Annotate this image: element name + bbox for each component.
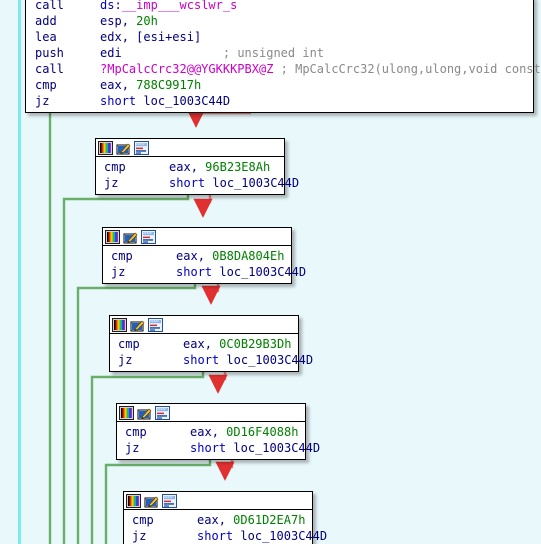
instruction-line: cmp eax, 0D61D2EA7h: [132, 513, 306, 527]
basic-block-crc5[interactable]: cmp eax, 0D61D2EA7h jz short loc_1003C44D: [123, 491, 328, 544]
edit-comment-icon[interactable]: [123, 230, 138, 244]
block-titlebar[interactable]: [117, 404, 305, 422]
graph-layout-icon[interactable]: [134, 140, 149, 155]
block-body: cmp eax, 0B8DA804Eh jz short loc_1003C44D: [103, 246, 307, 283]
edit-comment-icon[interactable]: [130, 318, 145, 332]
instruction-line: jz short loc_1003C44D: [104, 176, 300, 190]
instruction-line: cmp eax, 0C0B29B3Dh: [118, 337, 292, 351]
block-body: call ds:__imp___wcslwr_s add esp, 20h le…: [26, 0, 541, 112]
instruction-line: cmp eax, 96B23E8Ah: [104, 160, 271, 174]
instruction-line: jz short loc_1003C44D: [111, 265, 307, 279]
instruction-line: jz short loc_1003C44D: [118, 353, 314, 367]
instruction-line: cmp eax, 0B8DA804Eh: [111, 249, 285, 263]
instruction-line: cmp eax, 0D16F4088h: [125, 425, 299, 439]
instruction-line: push edi ; unsigned int: [35, 46, 325, 60]
block-titlebar[interactable]: [124, 492, 312, 510]
graph-canvas[interactable]: call ds:__imp___wcslwr_s add esp, 20h le…: [0, 0, 541, 544]
edit-comment-icon[interactable]: [116, 141, 131, 155]
palette-icon[interactable]: [126, 493, 141, 508]
block-titlebar[interactable]: [110, 316, 298, 334]
block-body: cmp eax, 0D16F4088h jz short loc_1003C44D: [117, 422, 321, 459]
edit-comment-icon[interactable]: [144, 494, 159, 508]
palette-icon[interactable]: [119, 405, 134, 420]
graph-layout-icon[interactable]: [162, 493, 177, 508]
instruction-line: add esp, 20h: [35, 14, 158, 28]
graph-layout-icon[interactable]: [141, 229, 156, 244]
block-titlebar[interactable]: [103, 228, 291, 246]
basic-block-entry[interactable]: call ds:__imp___wcslwr_s add esp, 20h le…: [25, 0, 541, 113]
instruction-line: jz short loc_1003C44D: [132, 529, 328, 543]
instruction-line: jz short loc_1003C44D: [125, 441, 321, 455]
block-titlebar[interactable]: [96, 139, 284, 157]
edit-comment-icon[interactable]: [137, 406, 152, 420]
block-body: cmp eax, 96B23E8Ah jz short loc_1003C44D: [96, 157, 300, 194]
block-body: cmp eax, 0C0B29B3Dh jz short loc_1003C44D: [110, 334, 314, 371]
basic-block-crc4[interactable]: cmp eax, 0D16F4088h jz short loc_1003C44D: [116, 403, 321, 460]
graph-layout-icon[interactable]: [155, 405, 170, 420]
graph-layout-icon[interactable]: [148, 317, 163, 332]
block-body: cmp eax, 0D61D2EA7h jz short loc_1003C44D: [124, 510, 328, 544]
instruction-line: cmp eax, 788C9917h: [35, 78, 202, 92]
instruction-line: call ds:__imp___wcslwr_s: [35, 0, 238, 12]
palette-icon[interactable]: [98, 140, 113, 155]
basic-block-crc1[interactable]: cmp eax, 96B23E8Ah jz short loc_1003C44D: [95, 138, 300, 195]
instruction-line: jz short loc_1003C44D: [35, 94, 231, 108]
instruction-line: call ?MpCalcCrc32@@YGKKKPBX@Z ; MpCalcCr…: [35, 62, 541, 76]
left-guide-rule: [18, 0, 21, 544]
palette-icon[interactable]: [105, 229, 120, 244]
instruction-line: lea edx, [esi+esi]: [35, 30, 202, 44]
basic-block-crc2[interactable]: cmp eax, 0B8DA804Eh jz short loc_1003C44D: [102, 227, 307, 284]
basic-block-crc3[interactable]: cmp eax, 0C0B29B3Dh jz short loc_1003C44D: [109, 315, 314, 372]
palette-icon[interactable]: [112, 317, 127, 332]
